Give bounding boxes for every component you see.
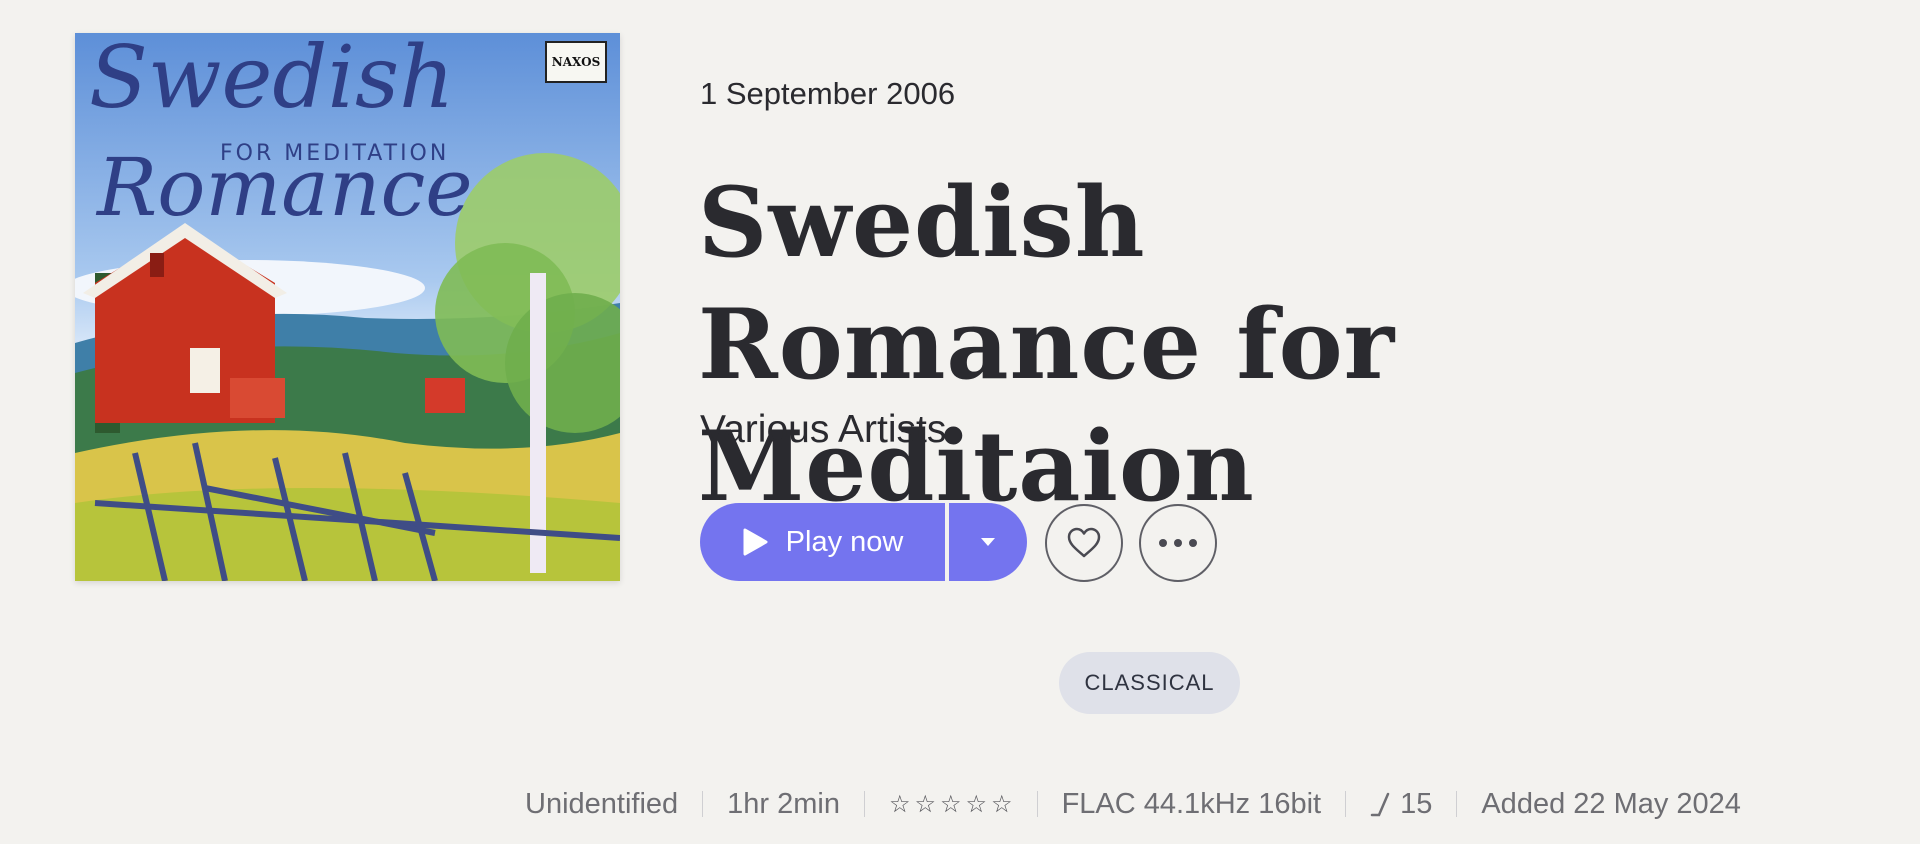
cover-title-line2: Romance <box>97 141 473 234</box>
track-count-value: 15 <box>1400 787 1433 820</box>
star-icon[interactable]: ☆ <box>940 790 962 819</box>
track-count: 15 <box>1370 788 1432 821</box>
divider <box>1456 791 1458 817</box>
play-icon <box>743 528 768 556</box>
play-button-group: Play now <box>700 503 1027 581</box>
date-added: Added 22 May 2024 <box>1481 787 1741 820</box>
star-icon[interactable]: ☆ <box>915 790 937 819</box>
star-icon[interactable]: ☆ <box>991 790 1013 819</box>
release-date: 1 September 2006 <box>700 76 956 111</box>
divider <box>863 791 865 817</box>
play-now-label: Play now <box>785 525 904 558</box>
divider <box>1345 791 1347 817</box>
ellipsis-icon <box>1159 539 1197 547</box>
cover-title-line1: Swedish <box>89 33 455 128</box>
identification-status[interactable]: Unidentified <box>525 788 678 821</box>
divider <box>1036 791 1038 817</box>
rating-stars[interactable]: ☆ ☆ ☆ ☆ ☆ <box>889 790 1013 819</box>
star-icon[interactable]: ☆ <box>966 790 988 819</box>
album-duration: 1hr 2min <box>727 787 840 820</box>
audio-format: FLAC 44.1kHz 16bit <box>1061 787 1322 820</box>
album-title: Swedish Romance for Meditaion <box>698 166 1396 523</box>
genre-tag-classical[interactable]: CLASSICAL <box>1059 652 1240 714</box>
divider <box>702 791 704 817</box>
album-artist[interactable]: Various Artists <box>700 408 946 452</box>
more-options-button[interactable] <box>1139 504 1217 582</box>
label-logo: NAXOS <box>545 41 607 83</box>
play-options-button[interactable] <box>949 503 1027 581</box>
favorite-button[interactable] <box>1045 504 1123 582</box>
album-cover[interactable]: Swedish FOR MEDITATION Romance NAXOS <box>75 33 620 581</box>
star-icon[interactable]: ☆ <box>889 790 911 819</box>
album-meta-bar: Unidentified 1hr 2min ☆ ☆ ☆ ☆ ☆ FLAC 44.… <box>525 784 1741 824</box>
play-now-button[interactable]: Play now <box>700 503 945 581</box>
heart-icon <box>1067 527 1101 558</box>
tracks-icon <box>1370 792 1390 817</box>
caret-down-icon <box>981 538 995 546</box>
